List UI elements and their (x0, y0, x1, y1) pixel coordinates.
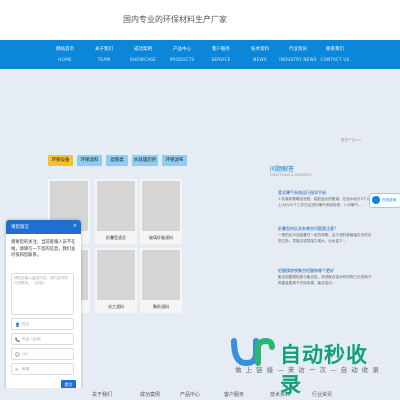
product-image (97, 181, 135, 231)
product-card[interactable]: 折叠型滤芯 (95, 179, 137, 244)
online-consult-badge[interactable]: 在线咨询 (369, 193, 400, 208)
main-nav: 网站首页 HOME 关于我们 TEAM 成功案例 SHOWCASE 产品中心 P… (0, 40, 400, 69)
phone-field[interactable]: 📞 电话（必填） (11, 333, 74, 345)
field-placeholder: QQ (22, 352, 28, 356)
nav-item-sublabel: HOME (58, 57, 72, 62)
nav-item-label: 客户服务 (212, 47, 230, 52)
qa-item-desc: 1.安装前要确定池底，装配适合的管道；在适水池引3个以上大约20个工作日后进行曝… (278, 197, 370, 207)
nav-item-showcase[interactable]: 成功案例 SHOWCASE (123, 40, 163, 69)
message-textarea[interactable]: 请在此输入留言内容，我们会尽快与您联系。（必填） (11, 273, 74, 315)
qa-section-subtitle: QUESTIONS & ANSWERS (270, 173, 312, 177)
user-icon: 👤 (15, 322, 20, 327)
nav-item-label: 产品中心 (173, 47, 191, 52)
chat-title: 请您留言 (11, 225, 29, 230)
footer-link[interactable]: 成功案例 (140, 391, 160, 398)
product-caption: 折叠型滤芯 (106, 235, 126, 240)
qq-icon: 💬 (15, 352, 20, 357)
watermark-slogan: 做 上 链 接 — 来 访 一 次 — 自 动 收 录 (235, 366, 380, 374)
more-products-link[interactable]: 更多产品>> (341, 138, 361, 143)
footer-link[interactable]: 关于我们 (92, 391, 112, 398)
product-image (142, 250, 180, 300)
nav-item-sublabel: SHOWCASE (130, 57, 156, 62)
field-placeholder: 邮箱 (22, 367, 30, 371)
chat-widget: 请您留言 × 感谢您的关注，当前客服人员不在线，请填写一下您的信息，我们会尽快和… (6, 220, 81, 395)
nav-item-products[interactable]: 产品中心 PRODUCTS (162, 40, 202, 69)
phone-icon: 📞 (15, 337, 20, 342)
chat-message: 感谢您的关注，当前客服人员不在线，请填写一下您的信息，我们会尽快和您联系。 (11, 240, 76, 258)
product-caption: 聚砂滤料 (153, 304, 169, 309)
product-card[interactable]: 聚砂滤料 (140, 248, 182, 313)
email-field[interactable]: ✉ 邮箱 (11, 363, 74, 375)
nav-item-label: 联系我们 (326, 47, 344, 52)
agent-avatar (372, 196, 380, 204)
qa-section-title: 问题解答 (270, 166, 295, 173)
close-icon[interactable]: × (73, 223, 77, 229)
chat-header: 请您留言 × (6, 220, 81, 234)
nav-item-label: 技术资料 (251, 47, 269, 52)
field-placeholder: 姓名 (22, 322, 30, 326)
tab-filter-cloth[interactable]: 环保滤布 (162, 155, 187, 166)
qa-list-item[interactable]: 管式曝气系统运行指导手册 1.安装前要确定池底，装配适合的管道；在适水池引3个以… (278, 190, 373, 208)
footer-link[interactable]: 产品中心 (180, 391, 200, 398)
nav-item-label: 成功案例 (134, 47, 152, 52)
nav-item-sublabel: NEWS (253, 57, 267, 62)
tab-filter-materials[interactable]: 环保滤料 (77, 155, 102, 166)
product-card[interactable]: 玻璃纤维滤料 (140, 179, 182, 244)
product-caption: 化工滤料 (108, 304, 124, 309)
nav-item-sublabel: CONTACT US (320, 57, 350, 62)
nav-item-home[interactable]: 网站首页 HOME (45, 40, 85, 69)
nav-item-contact[interactable]: 联系我们 CONTACT US (314, 40, 356, 69)
nav-item-service[interactable]: 客户服务 SERVICE (201, 40, 241, 69)
name-field[interactable]: 👤 姓名 (11, 318, 74, 330)
watermark: 自动秒收录 做 上 链 接 — 来 访 一 次 — 自 动 收 录 (228, 335, 388, 397)
email-icon: ✉ (15, 367, 19, 372)
qa-item-desc: 聚合铝酸镁除铁与聚合铝，双铁聚合铝对有机物三价铁离子和重金属离子去除效果，聚合铝… (278, 275, 372, 285)
nav-item-label: 网站首页 (56, 47, 74, 52)
nav-item-news[interactable]: 技术资料 NEWS (240, 40, 280, 69)
nav-item-sublabel: TEAM (97, 57, 111, 62)
product-image (97, 250, 135, 300)
field-placeholder: 电话（必填） (22, 337, 44, 341)
product-caption: 玻璃纤维滤料 (149, 235, 173, 240)
tab-water-chemicals[interactable]: 水处理药剂 (132, 155, 158, 166)
product-card[interactable]: 化工滤料 (95, 248, 137, 313)
nav-item-sublabel: SERVICE (211, 57, 231, 62)
qa-list-item[interactable]: 折叠型的反洗有哪些问题要注意？ 一般的反冲洗装置在一定的周期，由于滤料被截留在中… (278, 226, 373, 244)
online-consult-label: 在线咨询 (382, 198, 397, 202)
tab-environmental-equipment[interactable]: 环保设备 (48, 155, 73, 166)
qa-list-item[interactable]: 铝酸镁除铁聚合铝酸钠哪个更好 聚合铝酸镁除铁与聚合铝，双铁聚合铝对有机物三价铁离… (278, 268, 373, 286)
qq-field[interactable]: 💬 QQ (11, 348, 74, 360)
nav-item-team[interactable]: 关于我们 TEAM (84, 40, 124, 69)
footer-link[interactable]: 客户服务 (224, 391, 244, 398)
site-header: 国内专业的环保材料生产厂家 (0, 0, 400, 40)
tab-filter-cartridges[interactable]: 滤筒类 (106, 155, 128, 166)
qa-item-desc: 一般的反冲洗装置在一定的周期，由于滤料被截留在中的杂质过多；导致过滤层阻力增大，… (278, 233, 372, 243)
nav-item-label: 关于我们 (95, 47, 113, 52)
nav-item-sublabel: PRODUCTS (169, 57, 195, 62)
product-image (142, 181, 180, 231)
site-tagline: 国内专业的环保材料生产厂家 (123, 15, 227, 24)
